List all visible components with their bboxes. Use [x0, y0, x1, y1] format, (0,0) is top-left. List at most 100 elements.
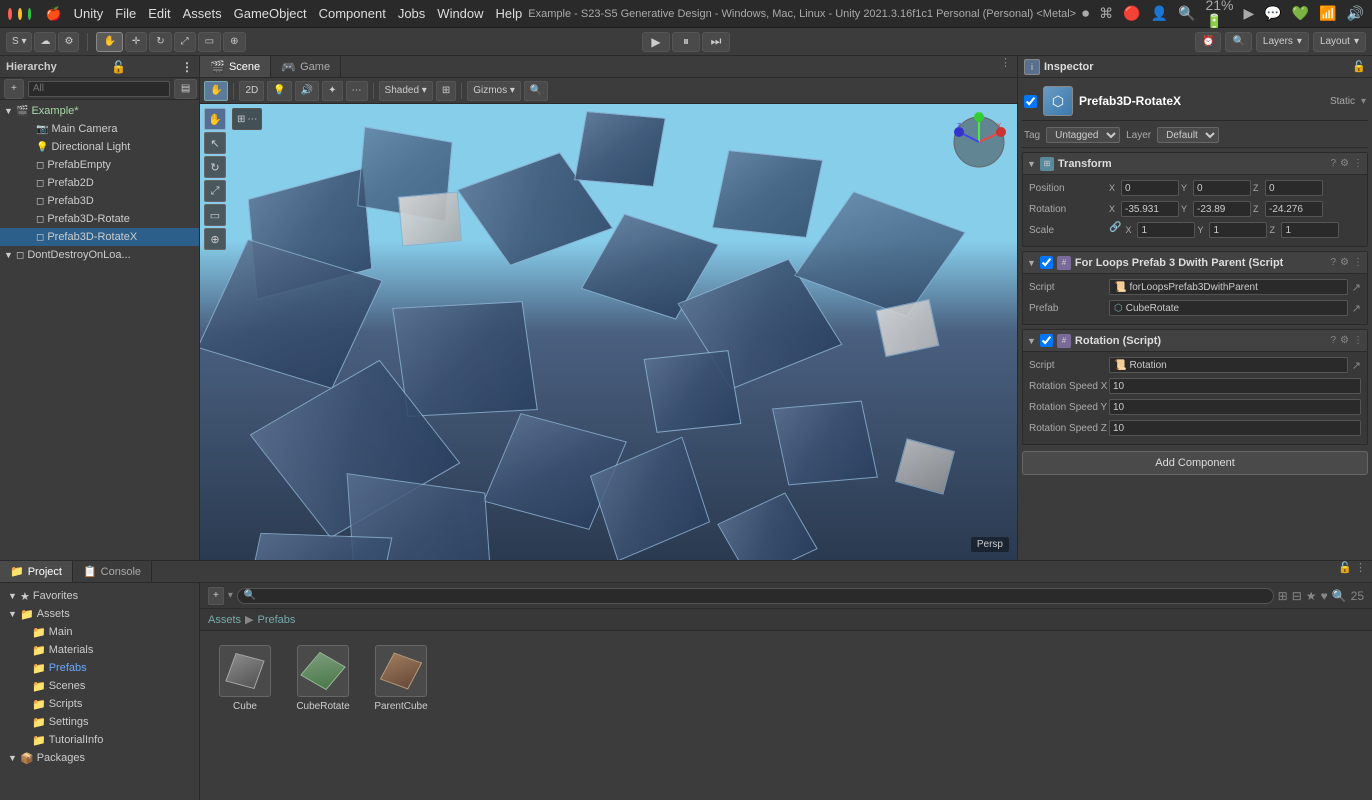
speed-x-input[interactable] — [1109, 378, 1361, 394]
proj-favorite-filter[interactable]: ♥ — [1321, 589, 1328, 603]
msg-icon[interactable]: 💬 — [1264, 5, 1281, 22]
hierarchy-filter-button[interactable]: ▤ — [174, 79, 197, 99]
tree-item-dont-destroy[interactable]: ▼ ◻ DontDestroyOnLoa... — [0, 246, 199, 264]
scene-viewport[interactable]: ✋ ↖ ↻ ⤢ ▭ ⊕ X — [200, 104, 1017, 560]
gameobject-menu[interactable]: GameObject — [234, 6, 307, 22]
layer-select[interactable]: Default — [1157, 127, 1219, 143]
persp-label[interactable]: Persp — [971, 537, 1009, 552]
component-menu[interactable]: Component — [319, 6, 386, 22]
add-component-button[interactable]: Add Component — [1022, 451, 1368, 475]
object-active-checkbox[interactable] — [1024, 95, 1037, 108]
for-loops-question[interactable]: ? — [1330, 257, 1336, 268]
proj-item-scripts[interactable]: 📁 Scripts — [0, 695, 199, 713]
search-button[interactable]: 🔍 — [1225, 32, 1251, 52]
rotation-settings[interactable]: ⚙ — [1340, 335, 1349, 346]
light-btn[interactable]: 💡 — [267, 81, 291, 101]
for-loops-settings[interactable]: ⚙ — [1340, 257, 1349, 268]
proj-item-assets[interactable]: ▼ 📁 Assets — [0, 605, 199, 623]
cloud-button[interactable]: ☁ — [34, 32, 56, 52]
proj-item-materials[interactable]: 📁 Materials — [0, 641, 199, 659]
proj-item-settings[interactable]: 📁 Settings — [0, 713, 199, 731]
transform-combo-tool[interactable]: ⊕ — [204, 228, 226, 250]
inspector-lock-icon[interactable]: 🔓 — [1352, 60, 1366, 73]
transform-more[interactable]: ⋮ — [1353, 158, 1363, 169]
bottom-tab-more[interactable]: 🔓 ⋮ — [1332, 561, 1372, 582]
close-button[interactable] — [8, 8, 12, 20]
tag-select[interactable]: Untagged — [1046, 127, 1120, 143]
hierarchy-lock-icon[interactable]: 🔓 — [111, 60, 126, 74]
scale-tool[interactable]: ⤢ — [204, 180, 226, 202]
scale-z-input[interactable] — [1281, 222, 1339, 238]
volume-icon[interactable]: 🔊 — [1347, 5, 1364, 22]
edit-menu[interactable]: Edit — [148, 6, 170, 22]
position-y-input[interactable] — [1193, 180, 1251, 196]
proj-add-btn[interactable]: + — [208, 587, 224, 605]
hand-tool-button[interactable]: ✋ — [96, 32, 122, 52]
arrow-tool[interactable]: ↖ — [204, 132, 226, 154]
step-button[interactable]: ⏭ — [702, 32, 730, 52]
file-item-parent-cube[interactable]: ParentCube — [366, 641, 436, 716]
scene-tab-more[interactable]: ⋮ — [994, 56, 1017, 77]
rotation-y-input[interactable] — [1193, 201, 1251, 217]
hierarchy-more-icon[interactable]: ⋮ — [181, 60, 193, 74]
scene-more-btn[interactable]: ⋯ — [346, 81, 368, 101]
audio-btn[interactable]: 🔊 — [295, 81, 319, 101]
position-x-input[interactable] — [1121, 180, 1179, 196]
breadcrumb-prefabs[interactable]: Prefabs — [257, 614, 295, 626]
speed-z-input[interactable] — [1109, 420, 1361, 436]
settings-button[interactable]: ⚙ — [58, 32, 79, 52]
pause-button[interactable]: ⏸ — [672, 32, 700, 52]
unity-collab-icon[interactable]: 🔴 — [1123, 5, 1140, 22]
file-item-cube[interactable]: Cube — [210, 641, 280, 716]
proj-item-scenes[interactable]: 📁 Scenes — [0, 677, 199, 695]
more-bottom-icon[interactable]: ⋮ — [1355, 562, 1366, 574]
lock-bottom-icon[interactable]: 🔓 — [1338, 562, 1352, 574]
rotation-check[interactable] — [1040, 334, 1053, 347]
for-loops-header[interactable]: ▼ # For Loops Prefab 3 Dwith Parent (Scr… — [1023, 252, 1367, 274]
transform-header[interactable]: ▼ ⊞ Transform ? ⚙ ⋮ — [1023, 153, 1367, 175]
scale-x-input[interactable] — [1137, 222, 1195, 238]
proj-item-packages[interactable]: ▼ 📦 Packages — [0, 749, 199, 767]
rotation-script-link[interactable]: ↗ — [1352, 359, 1361, 372]
grid-btn[interactable]: ⊞ — [436, 81, 456, 101]
prefab-ref-field[interactable]: ⬡ CubeRotate — [1109, 300, 1348, 316]
rotation-z-input[interactable] — [1265, 201, 1323, 217]
static-dropdown-icon[interactable]: ▾ — [1361, 96, 1366, 107]
history-button[interactable]: ⏰ — [1195, 32, 1221, 52]
proj-two-col-view[interactable]: ⊟ — [1292, 589, 1302, 603]
fx-btn[interactable]: ✦ — [322, 81, 342, 101]
tree-item-prefab-empty[interactable]: ◻ PrefabEmpty — [0, 156, 199, 174]
search-global-icon[interactable]: 🔍 — [1178, 5, 1195, 22]
rect-tool[interactable]: ▭ — [204, 204, 226, 226]
account-button[interactable]: S ▾ — [6, 32, 32, 52]
rotate-tool[interactable]: ↻ — [204, 156, 226, 178]
cmd-icon[interactable]: ⌘ — [1099, 5, 1113, 22]
script-ref-field[interactable]: 📜 forLoopsPrefab3DwithParent — [1109, 279, 1348, 295]
unity-menu[interactable]: Unity — [74, 6, 104, 22]
scene-search-btn[interactable]: 🔍 — [524, 81, 548, 101]
scale-y-input[interactable] — [1209, 222, 1267, 238]
rotation-question[interactable]: ? — [1330, 335, 1336, 346]
tree-item-prefab-2d[interactable]: ◻ Prefab2D — [0, 174, 199, 192]
project-search-input[interactable] — [256, 590, 1266, 601]
hand-move-tool[interactable]: ✋ — [204, 108, 226, 130]
console-tab[interactable]: 📋 Console — [73, 561, 152, 582]
prefab-link-icon[interactable]: ↗ — [1352, 302, 1361, 315]
tree-item-dir-light[interactable]: 💡 Directional Light — [0, 138, 199, 156]
hand-scene-btn[interactable]: ✋ — [204, 81, 228, 101]
tree-item-example[interactable]: ▼ 🎬 Example* — [0, 102, 199, 120]
wechat-icon[interactable]: 💚 — [1292, 5, 1309, 22]
maximize-button[interactable] — [28, 8, 32, 20]
game-tab[interactable]: 🎮 Game — [271, 56, 341, 77]
move-tool-button[interactable]: ✛ — [125, 32, 147, 52]
for-loops-more[interactable]: ⋮ — [1353, 257, 1363, 268]
rotation-more[interactable]: ⋮ — [1353, 335, 1363, 346]
tree-item-prefab-3d[interactable]: ◻ Prefab3D — [0, 192, 199, 210]
play-button[interactable]: ▶ — [642, 32, 670, 52]
jobs-menu[interactable]: Jobs — [398, 6, 425, 22]
2d-btn[interactable]: 2D — [239, 81, 264, 101]
speed-y-input[interactable] — [1109, 399, 1361, 415]
transform-settings[interactable]: ⚙ — [1340, 158, 1349, 169]
rotation-header[interactable]: ▼ # Rotation (Script) ? ⚙ ⋮ — [1023, 330, 1367, 352]
profile-icon[interactable]: 👤 — [1151, 5, 1168, 22]
